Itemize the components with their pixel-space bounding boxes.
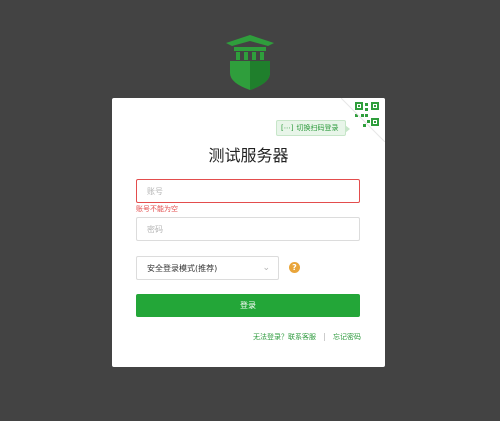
logo-icon [222, 33, 278, 90]
account-error-message: 账号不能为空 [136, 205, 178, 213]
qr-code-icon[interactable] [340, 98, 385, 143]
password-input[interactable]: 密码 [136, 217, 360, 241]
account-placeholder: 账号 [147, 186, 163, 196]
question-circle-icon[interactable]: ? [289, 262, 300, 273]
forgot-password-link[interactable]: 忘记密码 [333, 332, 361, 342]
login-mode-value: 安全登录模式(推荐) [147, 263, 218, 273]
contact-support-link[interactable]: 无法登录？联系客服 [253, 332, 316, 342]
qr-switch-tip[interactable]: [⋯] 切换扫码登录 [276, 120, 350, 136]
chevron-down-icon: ⌄ [262, 263, 270, 273]
link-divider [324, 333, 325, 341]
footer-links: 无法登录？联系客服 忘记密码 [253, 332, 361, 342]
login-card: [⋯] 切换扫码登录 测试服务器 账号 账号不能为空 密码 安全登录模式(推荐)… [112, 98, 385, 367]
account-input[interactable]: 账号 [136, 179, 360, 203]
page-title: 测试服务器 [208, 146, 289, 165]
qr-switch-label: 切换扫码登录 [296, 124, 339, 132]
scan-icon: [⋯] [281, 124, 294, 132]
login-mode-select[interactable]: 安全登录模式(推荐) ⌄ [136, 256, 279, 280]
login-button[interactable]: 登录 [136, 294, 360, 317]
password-placeholder: 密码 [147, 224, 163, 234]
